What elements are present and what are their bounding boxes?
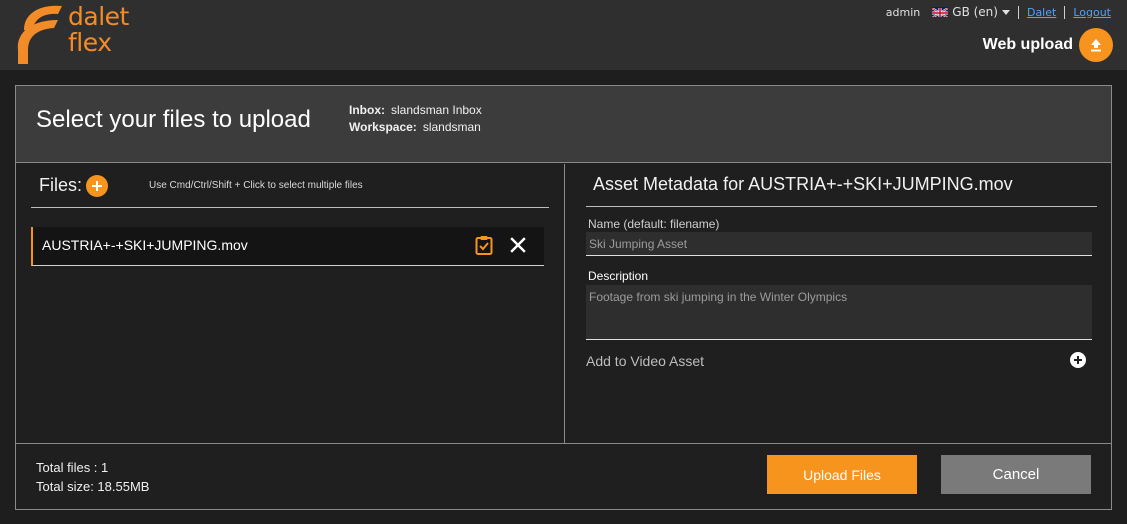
logout-link[interactable]: Logout: [1073, 6, 1111, 19]
chevron-down-icon: [1001, 9, 1010, 15]
upload-files-button[interactable]: Upload Files: [767, 455, 917, 494]
file-name: AUSTRIA+-+SKI+JUMPING.mov: [42, 237, 248, 253]
add-files-button[interactable]: [86, 175, 108, 197]
web-upload-label: Web upload: [982, 36, 1073, 53]
logo-line-1: dalet: [68, 2, 129, 31]
files-header: Files: Use Cmd/Ctrl/Shift + Click to sel…: [31, 164, 549, 208]
language-selector[interactable]: GB (en): [920, 5, 1010, 19]
multi-select-hint: Use Cmd/Ctrl/Shift + Click to select mul…: [149, 180, 363, 191]
divider: [1017, 5, 1019, 19]
upload-panel: Select your files to upload Inbox: slands…: [15, 85, 1112, 510]
dalet-flex-logo[interactable]: dalet flex: [14, 2, 129, 66]
divider: [586, 206, 1097, 207]
file-list-item[interactable]: AUSTRIA+-+SKI+JUMPING.mov: [31, 227, 544, 266]
divider: [1064, 5, 1066, 19]
plus-icon: [1074, 356, 1082, 364]
cancel-button[interactable]: Cancel: [941, 455, 1091, 494]
asset-name-input[interactable]: [586, 232, 1092, 256]
web-upload-button[interactable]: [1079, 28, 1113, 62]
plus-icon: [92, 181, 102, 191]
metadata-title: Asset Metadata for AUSTRIA+-+SKI+JUMPING…: [593, 174, 1013, 194]
inbox-value: slandsman Inbox: [391, 103, 482, 117]
web-upload: Web upload: [982, 28, 1113, 62]
inbox-info: Inbox: slandsman Inbox Workspace: slandsma…: [349, 102, 482, 136]
inbox-row: Inbox: slandsman Inbox: [349, 102, 482, 119]
total-files: Total files : 1: [36, 460, 109, 475]
uk-flag-icon: [932, 7, 949, 17]
top-bar: dalet flex admin GB (en) Dalet Logout We…: [0, 0, 1127, 70]
add-to-video-asset-button[interactable]: [1070, 352, 1086, 368]
upload-arrow-icon: [1091, 39, 1101, 52]
files-label: Files:: [39, 175, 83, 195]
page-title: Select your files to upload: [36, 106, 311, 133]
dalet-logo-icon: [17, 5, 62, 64]
close-icon[interactable]: [510, 237, 526, 253]
clipboard-check-icon[interactable]: [475, 235, 493, 255]
user-bar: admin GB (en) Dalet Logout: [886, 4, 1111, 20]
add-to-video-asset-label: Add to Video Asset: [586, 353, 705, 369]
language-label: GB (en): [952, 5, 998, 19]
workspace-label: Workspace:: [349, 120, 417, 134]
workspace-value: slandsman: [422, 120, 481, 134]
workspace-row: Workspace: slandsman: [349, 119, 482, 136]
logo-line-2: flex: [68, 28, 112, 57]
dalet-link[interactable]: Dalet: [1027, 6, 1056, 19]
files-pane: Files: Use Cmd/Ctrl/Shift + Click to sel…: [16, 164, 565, 443]
panel-header: Select your files to upload Inbox: slands…: [16, 86, 1111, 163]
metadata-pane: Asset Metadata for AUSTRIA+-+SKI+JUMPING…: [566, 164, 1111, 443]
upload-totals: Total files : 1 Total size: 18.55MB: [36, 458, 149, 496]
panel-footer: Total files : 1 Total size: 18.55MB Uplo…: [16, 443, 1111, 509]
inbox-label: Inbox:: [349, 103, 385, 117]
name-field-label: Name (default: filename): [588, 217, 720, 231]
description-field-label: Description: [588, 269, 649, 283]
total-size: Total size: 18.55MB: [36, 479, 150, 494]
logo-wordmark: dalet flex: [68, 4, 138, 56]
description-input[interactable]: Footage from ski jumping in the Winter O…: [586, 285, 1092, 340]
username: admin: [885, 5, 921, 19]
